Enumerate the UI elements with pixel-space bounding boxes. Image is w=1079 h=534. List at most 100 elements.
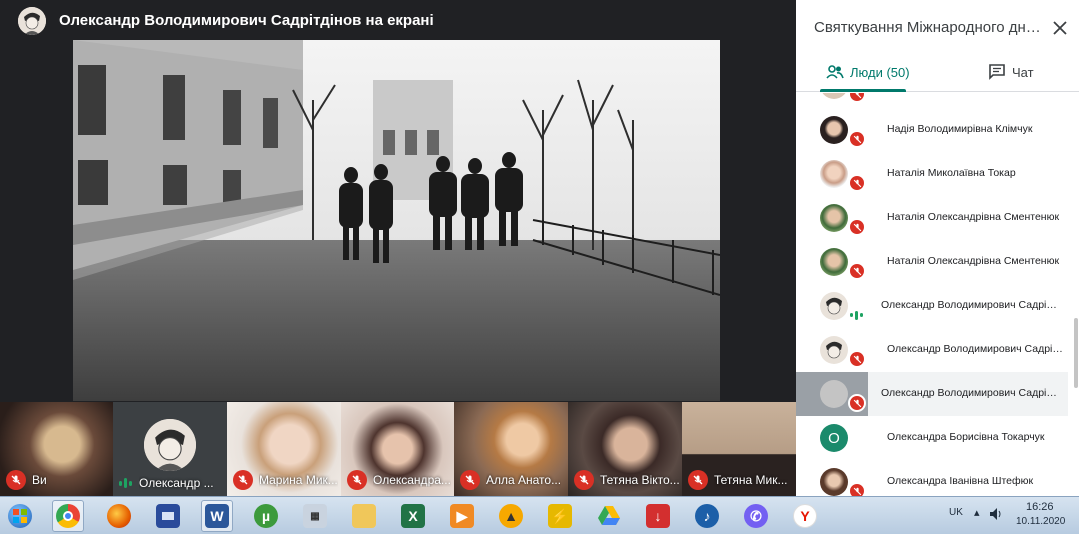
taskbar-excel[interactable]: X xyxy=(397,500,429,532)
clock-time[interactable]: 16:26 xyxy=(1026,501,1054,513)
avatar xyxy=(820,292,848,320)
avatar xyxy=(820,93,848,99)
chat-icon xyxy=(989,64,1005,80)
chrome-icon xyxy=(56,504,80,528)
speaking-icon xyxy=(848,306,866,324)
tab-people[interactable]: Люди (50) xyxy=(826,52,910,92)
google-drive-icon xyxy=(597,504,621,528)
taskbar-save[interactable] xyxy=(152,500,184,532)
taskbar-app-winamp[interactable]: ⚡ xyxy=(544,500,576,532)
yandex-icon: Y xyxy=(793,504,817,528)
tile-label: Тетяна Вікто... xyxy=(574,470,680,490)
participant-tile[interactable]: Марина Мик... xyxy=(227,402,341,496)
word-icon: W xyxy=(205,504,229,528)
avatar xyxy=(820,116,848,144)
mic-off-icon xyxy=(848,130,866,148)
music-note-icon: ♪ xyxy=(695,504,719,528)
taskbar-chrome[interactable] xyxy=(52,500,84,532)
mic-off-icon xyxy=(6,470,26,490)
list-item[interactable]: Наталія Миколаївна Токар xyxy=(796,152,1068,196)
mic-off-icon xyxy=(848,482,866,496)
avatar xyxy=(820,160,848,188)
avatar xyxy=(820,468,848,496)
tile-label: Тетяна Мик... xyxy=(688,470,788,490)
taskbar-app-amber[interactable]: ▲ xyxy=(495,500,527,532)
excel-icon: X xyxy=(401,504,425,528)
calculator-icon: ▦ xyxy=(303,504,327,528)
taskbar-firefox[interactable] xyxy=(103,500,135,532)
shared-screen-video xyxy=(73,40,720,401)
play-icon: ▶ xyxy=(450,504,474,528)
list-item[interactable]: Наталія Олександрівна Сментенюк xyxy=(796,196,1068,240)
mic-off-icon xyxy=(848,174,866,192)
list-item[interactable]: Олександр Володимирович Садріт... xyxy=(796,372,1068,416)
participant-tile[interactable]: Тетяна Мик... xyxy=(682,402,796,496)
taskbar-google-drive[interactable] xyxy=(593,500,625,532)
clock-date[interactable]: 10.11.2020 xyxy=(1016,516,1065,527)
scrollbar[interactable] xyxy=(1074,318,1078,388)
download-icon: ↓ xyxy=(646,504,670,528)
people-list: Надія Володимирівна Клімчук Наталія Мико… xyxy=(796,93,1079,496)
people-icon xyxy=(826,65,844,79)
mic-off-icon xyxy=(848,218,866,236)
windows-icon xyxy=(8,504,32,528)
participant-tile[interactable]: Олександра... xyxy=(341,402,454,496)
taskbar-app-blue[interactable]: ♪ xyxy=(691,500,723,532)
list-item[interactable]: Олександра Іванівна Штефюк xyxy=(796,460,1068,496)
firefox-icon xyxy=(107,504,131,528)
taskbar-viber[interactable]: ✆ xyxy=(740,500,772,532)
meeting-title: Святкування Міжнародного дня... xyxy=(814,19,1042,36)
list-item[interactable] xyxy=(796,93,1068,107)
tab-chat[interactable]: Чат xyxy=(988,52,1034,92)
taskbar-calculator[interactable]: ▦ xyxy=(299,500,331,532)
list-item[interactable]: О Олександра Борисівна Токарчук xyxy=(796,416,1068,460)
avatar xyxy=(820,380,848,408)
mic-off-icon xyxy=(848,394,866,412)
mic-off-icon xyxy=(688,470,708,490)
taskbar-media-player[interactable]: ▶ xyxy=(446,500,478,532)
utorrent-icon: µ xyxy=(254,504,278,528)
taskbar-explorer[interactable] xyxy=(348,500,380,532)
list-item[interactable]: Олександр Володимирович Садріт... xyxy=(796,284,1068,328)
taskbar: W µ ▦ X ▶ ▲ ⚡ ↓ ♪ ✆ Y UK ▴ 16:26 10.11.2… xyxy=(0,496,1079,534)
avatar: О xyxy=(820,424,848,452)
triangle-app-icon: ▲ xyxy=(499,504,523,528)
list-item[interactable]: Наталія Олександрівна Сментенюк xyxy=(796,240,1068,284)
app-window: Олександр Володимирович Садрітдінов на е… xyxy=(0,0,1079,534)
tab-chat-label: Чат xyxy=(1012,64,1034,80)
tile-label: Олександра... xyxy=(347,470,451,490)
taskbar-utorrent[interactable]: µ xyxy=(250,500,282,532)
tile-label: Олександр ... xyxy=(119,476,214,490)
mic-off-icon xyxy=(848,350,866,368)
taskbar-yandex[interactable]: Y xyxy=(789,500,821,532)
tray-expand-icon[interactable]: ▴ xyxy=(974,506,980,519)
participant-tiles: Ви Олександр ... Марина Мик... Олександр… xyxy=(0,402,796,496)
participant-tile[interactable]: Олександр ... xyxy=(113,402,227,496)
taskbar-word[interactable]: W xyxy=(201,500,233,532)
details-panel: Святкування Міжнародного дня... Люди (50… xyxy=(796,0,1079,496)
mic-off-icon xyxy=(848,93,866,103)
viber-icon: ✆ xyxy=(744,504,768,528)
participant-tile[interactable]: Тетяна Вікто... xyxy=(568,402,682,496)
list-item[interactable]: Олександр Володимирович Садріт... xyxy=(796,328,1068,372)
start-button[interactable] xyxy=(4,500,36,532)
keyboard-language[interactable]: UK xyxy=(949,507,963,518)
taskbar-downloader[interactable]: ↓ xyxy=(642,500,674,532)
folder-icon xyxy=(352,504,376,528)
presenter-title: Олександр Володимирович Садрітдінов на е… xyxy=(59,12,434,29)
meeting-stage: Олександр Володимирович Садрітдінов на е… xyxy=(0,0,796,496)
participant-tile[interactable]: Ви xyxy=(0,402,113,496)
lightning-icon: ⚡ xyxy=(548,504,572,528)
tile-label: Ви xyxy=(6,470,47,490)
tab-people-label: Люди (50) xyxy=(850,64,910,80)
list-item[interactable]: Надія Володимирівна Клімчук xyxy=(796,108,1068,152)
floppy-disk-icon xyxy=(156,504,180,528)
speaker-icon[interactable] xyxy=(990,507,1004,525)
participant-tile[interactable]: Алла Анато... xyxy=(454,402,568,496)
close-panel-button[interactable] xyxy=(1048,16,1072,40)
speaking-icon xyxy=(119,477,133,489)
participant-avatar xyxy=(144,419,196,471)
presenter-bar: Олександр Володимирович Садрітдінов на е… xyxy=(0,0,796,40)
avatar xyxy=(820,204,848,232)
avatar xyxy=(820,248,848,276)
